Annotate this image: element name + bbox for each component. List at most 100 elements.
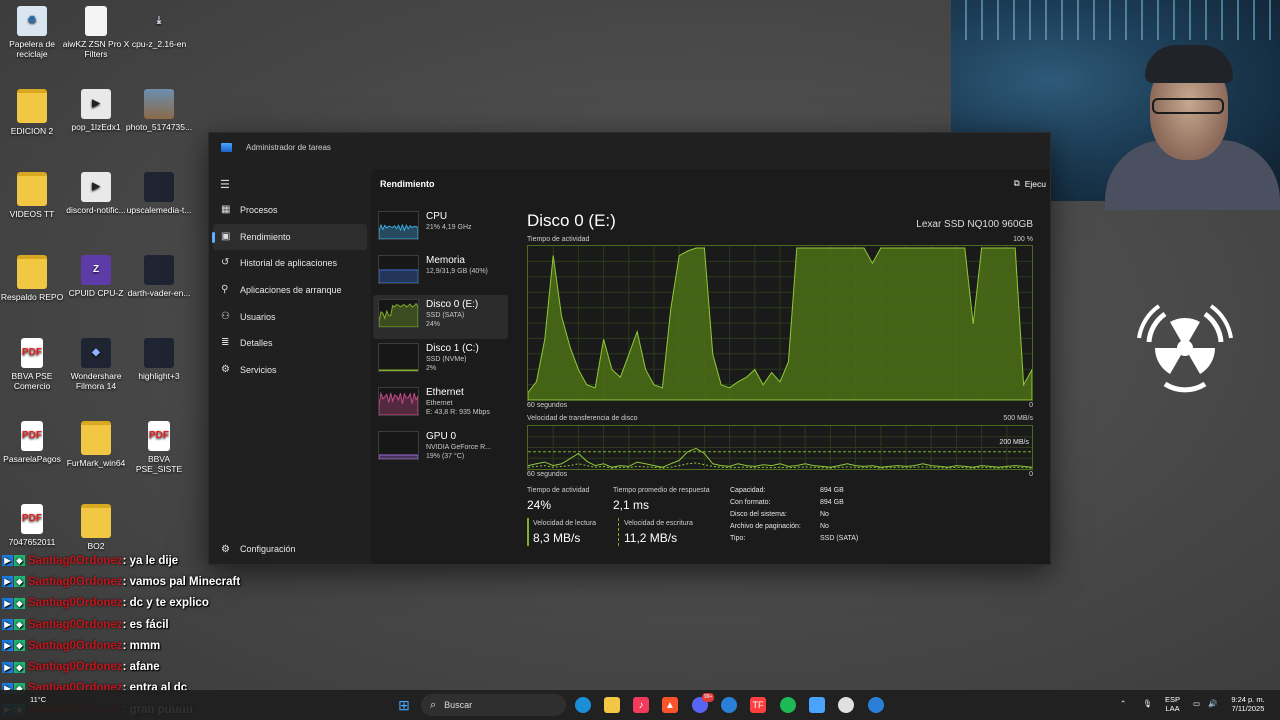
hamburger-menu-icon[interactable]: ☰ [220, 178, 230, 191]
device-name: GPU 0 [426, 431, 457, 442]
active-time-value: 24% [527, 498, 552, 512]
desktop-icon-label: pop_1lzEdx1 [71, 122, 121, 132]
chat-username: Santiag0Ordonez [28, 575, 123, 588]
device-list: CPU 21% 4,19 GHz Memoria 12,9/31,9 GB (40%)… [373, 207, 508, 471]
desktop-icon-label: Wondershare Filmora 14 [70, 371, 122, 391]
window-title: Administrador de tareas [246, 143, 331, 152]
search-placeholder: Buscar [444, 700, 473, 710]
app-red-icon[interactable] [838, 697, 854, 713]
edge-icon[interactable] [575, 697, 591, 713]
microphone-icon[interactable]: 🎙 [1143, 699, 1153, 708]
desktop-icon[interactable]: BO2 [61, 504, 131, 551]
desktop-icon[interactable]: ▶ pop_1lzEdx1 [61, 89, 131, 132]
desktop-icon[interactable]: PDF PasarelaPagos [0, 421, 67, 464]
taskbar-search[interactable]: ⌕ Buscar [421, 694, 566, 716]
desktop-icon[interactable]: VIDEOS TT [0, 172, 67, 219]
sidebar-item-historial-de-aplicaciones[interactable]: ↺ Historial de aplicaciones [209, 250, 371, 277]
desktop-icon[interactable]: EDICION 2 [0, 89, 67, 136]
webcam-person-glasses [1152, 98, 1224, 114]
network-icon[interactable]: ▭ [1193, 699, 1200, 708]
property-label: Tipo: [730, 535, 746, 542]
device-line1: 21% 4,19 GHz [426, 224, 472, 231]
device-thumbnail-series [379, 302, 418, 327]
webcam-lights [951, 0, 1280, 40]
desktop-icon[interactable]: Z CPUID CPU-Z [61, 255, 131, 298]
device-item[interactable]: CPU 21% 4,19 GHz [373, 207, 508, 251]
device-thumbnail-graph [378, 299, 419, 328]
device-item[interactable]: Disco 1 (C:) SSD (NVMe) 2% [373, 339, 508, 383]
device-line1: SSD (NVMe) [426, 356, 467, 363]
music-app-icon[interactable]: ♪ [633, 697, 649, 713]
read-speed-label: Velocidad de lectura [533, 520, 597, 527]
volume-icon[interactable]: 🔊 [1208, 699, 1217, 708]
sidebar-item-label: Servicios [240, 364, 277, 375]
desktop-icon[interactable]: Respaldo REPO [0, 255, 67, 302]
image-icon [144, 255, 174, 285]
spotify-icon[interactable] [780, 697, 796, 713]
app-blue-icon[interactable] [721, 697, 737, 713]
startup-icon: ⚲ [221, 284, 229, 296]
language-indicator[interactable]: ESP LAA [1165, 695, 1180, 713]
device-item[interactable]: Memoria 12,9/31,9 GB (40%) [373, 251, 508, 295]
sidebar-item-aplicaciones-de-arranque[interactable]: ⚲ Aplicaciones de arranque [209, 277, 371, 304]
discord-badge: 99+ [702, 693, 715, 702]
app-blue2-icon[interactable] [868, 697, 884, 713]
chat-text: : mmm [122, 639, 161, 652]
desktop-icon[interactable]: ◆ Wondershare Filmora 14 [61, 338, 131, 391]
weather-temp[interactable]: 11°C [30, 695, 46, 704]
sidebar-item-rendimiento[interactable]: ▣ Rendimiento [212, 223, 367, 251]
run-new-task-button[interactable]: ⧉ Ejecu [1014, 178, 1046, 189]
desktop-icon[interactable]: darth-vader-en... [124, 255, 194, 298]
device-item[interactable]: GPU 0 NVIDIA GeForce R... 19% (37 °C) [373, 427, 508, 471]
sidebar-item-usuarios[interactable]: ⚇ Usuarios [209, 303, 371, 330]
media-icon: ▶ [81, 172, 111, 202]
activity-zero-label: 0 [1029, 402, 1033, 409]
run-task-label: Ejecu [1024, 178, 1046, 189]
desktop-icon[interactable]: PDF BBVA PSE Comercio [0, 338, 67, 391]
transfer-time-label: 60 segundos [527, 471, 568, 478]
performance-icon: ▣ [221, 230, 231, 242]
property-value: No [820, 511, 829, 518]
sidebar-item-servicios[interactable]: ⚙ Servicios [209, 357, 371, 384]
transfer-chart [527, 425, 1033, 470]
desktop-icon[interactable]: PDF BBVA PSE_SISTE [124, 421, 194, 474]
activity-chart-max: 100 % [1013, 236, 1033, 243]
desktop-icon[interactable]: ▶ discord-notific... [61, 172, 131, 215]
device-line1: Ethernet [426, 400, 453, 407]
lang-top: ESP [1165, 695, 1181, 704]
folder-icon [17, 89, 47, 123]
tf-app-icon[interactable]: TF [750, 697, 766, 713]
active-time-label: Tiempo de actividad [527, 487, 590, 494]
desktop-icon[interactable]: photo_5174735... [124, 89, 194, 132]
desktop-icon[interactable]: upscalemedia-t... [124, 172, 194, 215]
sidebar-item-detalles[interactable]: ≣ Detalles [209, 330, 371, 357]
device-line2: 24% [426, 321, 441, 328]
device-line2: E: 43,8 R: 935 Mbps [426, 409, 490, 416]
desktop-icon[interactable]: aiwKZ ZSN Pro X Filters [61, 6, 131, 59]
desktop-icon-label: 7047652011 [8, 537, 56, 547]
desktop-icon[interactable]: ♻ Papelera de reciclaje [0, 6, 67, 59]
clock[interactable]: 9:24 p. m. 7/11/2025 [1226, 695, 1270, 713]
brave-browser-icon[interactable]: ▲ [662, 697, 678, 713]
desktop-icon[interactable]: FurMark_win64 [61, 421, 131, 468]
chat-badges: ▶◆ [2, 555, 25, 567]
chat-text: : afane [122, 661, 160, 674]
windows-start-icon[interactable]: ⊞ [396, 697, 412, 713]
device-item[interactable]: Disco 0 (E:) SSD (SATA) 24% [373, 295, 508, 339]
avg-response-value: 2,1 ms [613, 498, 650, 512]
device-item[interactable]: Ethernet Ethernet E: 43,8 R: 935 Mbps [373, 383, 508, 427]
desktop-icon[interactable]: highlight+3 [124, 338, 194, 381]
chat-username: Santiag0Ordonez [28, 618, 123, 631]
sub-badge-icon: ◆ [14, 555, 25, 567]
sidebar-item-procesos[interactable]: ▦ Procesos [209, 197, 371, 224]
desktop-icon[interactable]: ⤓ cpu-z_2.16-en [124, 6, 194, 50]
file-explorer-icon[interactable] [604, 697, 620, 713]
photos-icon[interactable] [809, 697, 825, 713]
folder-icon [81, 504, 111, 538]
device-name: Disco 1 (C:) [426, 343, 479, 354]
desktop-icon[interactable]: PDF 7047652011 [0, 504, 67, 547]
device-thumbnail-graph [378, 255, 419, 284]
avg-response-label: Tiempo promedio de respuesta [613, 487, 710, 494]
chevron-up-icon[interactable]: ⌃ [1120, 699, 1126, 708]
device-name: Ethernet [426, 387, 464, 398]
